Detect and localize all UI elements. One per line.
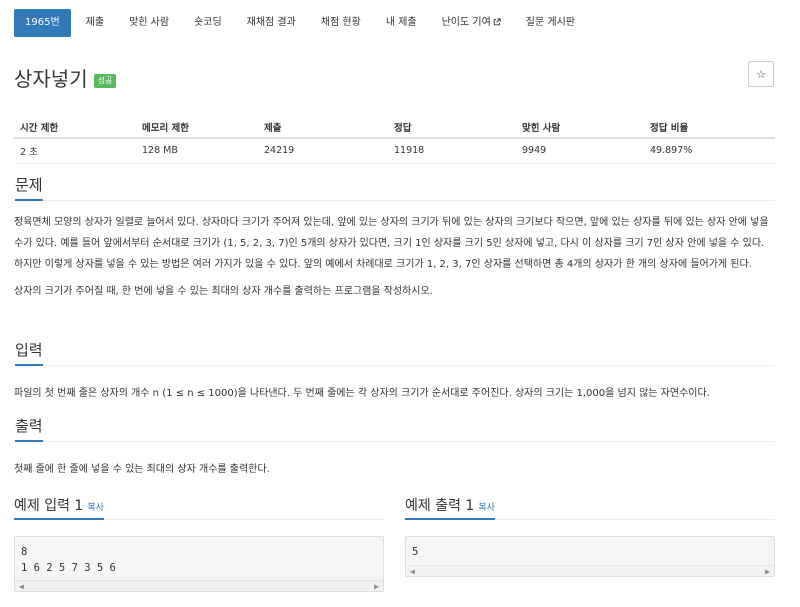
problem-description-section: 문제 정육면체 모양의 상자가 일렬로 늘어서 있다. 상자마다 크기가 주어져… [14, 172, 775, 302]
copy-output-button[interactable]: 복사 [478, 503, 495, 513]
tab-my-submissions[interactable]: 내 제출 [376, 9, 427, 37]
header-memory-limit: 메모리 제한 [136, 117, 258, 139]
scroll-right-icon[interactable]: ▶ [765, 567, 770, 576]
sample-input-title-text: 예제 입력 1 [14, 498, 84, 514]
sample-input-code-box[interactable]: 8 1 6 2 5 7 3 5 6 ◀ ▶ [14, 536, 384, 592]
solved-users-value: 9949 [516, 138, 644, 164]
submissions-value: 24219 [258, 138, 388, 164]
problem-title-row: 상자넣기 성공 [14, 62, 117, 92]
scroll-left-icon[interactable]: ◀ [410, 567, 415, 576]
section-title-description: 문제 [15, 176, 43, 201]
section-header: 입력 [14, 337, 775, 366]
table-header-row: 시간 제한 메모리 제한 제출 정답 맞힌 사람 정답 비율 [14, 117, 775, 139]
description-paragraph: 상자의 크기가 주어질 때, 한 번에 넣을 수 있는 최대의 상자 개수를 출… [14, 286, 433, 297]
problem-nav-tabs: 1965번 제출 맞힌 사람 숏코딩 재채점 결과 채점 현황 내 제출 난이도… [14, 9, 786, 37]
horizontal-scrollbar[interactable]: ◀ ▶ [406, 565, 774, 576]
input-section: 입력 파일의 첫 번째 줄은 상자의 개수 n (1 ≤ n ≤ 1000)을 … [14, 337, 775, 404]
header-accept-ratio: 정답 비율 [644, 117, 775, 139]
tab-submit[interactable]: 제출 [76, 9, 114, 37]
sample-output-title-text: 예제 출력 1 [405, 498, 475, 514]
section-header: 출력 [14, 413, 775, 442]
sample-output-code-box[interactable]: 5 ◀ ▶ [405, 536, 775, 577]
tab-question-board[interactable]: 질문 게시판 [516, 9, 585, 37]
input-description: 파일의 첫 번째 줄은 상자의 개수 n (1 ≤ n ≤ 1000)을 나타낸… [14, 388, 710, 399]
header-time-limit: 시간 제한 [14, 117, 136, 139]
tab-difficulty-label: 난이도 기여 [441, 17, 491, 28]
header-submissions: 제출 [258, 117, 388, 139]
scroll-right-icon[interactable]: ▶ [374, 582, 379, 591]
sample-input-title: 예제 입력 1 복사 [14, 495, 104, 520]
copy-input-button[interactable]: 복사 [87, 503, 104, 513]
page-title: 상자넣기 [14, 66, 88, 91]
favorite-star-button[interactable]: ☆ [748, 61, 774, 87]
sample-input-panel: 예제 입력 1 복사 8 1 6 2 5 7 3 5 6 ◀ ▶ [14, 494, 384, 592]
description-paragraph: 정육면체 모양의 상자가 일렬로 늘어서 있다. 상자마다 크기가 주어져 있는… [14, 217, 769, 270]
sample-header: 예제 입력 1 복사 [14, 494, 384, 520]
sample-input-code: 8 1 6 2 5 7 3 5 6 [21, 546, 116, 574]
time-limit-value: 2 초 [14, 138, 136, 164]
header-accepted: 정답 [388, 117, 516, 139]
section-header: 문제 [14, 172, 775, 201]
tab-difficulty-contribution[interactable]: 난이도 기여 [432, 9, 511, 37]
table-row: 2 초 128 MB 24219 11918 9949 49.897% [14, 138, 775, 164]
section-title-input: 입력 [15, 341, 43, 366]
sample-output-title: 예제 출력 1 복사 [405, 495, 495, 520]
accept-ratio-value: 49.897% [644, 138, 775, 164]
tab-short-coding[interactable]: 숏코딩 [184, 9, 232, 37]
scroll-left-icon[interactable]: ◀ [19, 582, 24, 591]
horizontal-scrollbar[interactable]: ◀ ▶ [15, 580, 383, 591]
tab-rejudge-results[interactable]: 재채점 결과 [237, 9, 306, 37]
header-solved-users: 맞힌 사람 [516, 117, 644, 139]
sample-output-code: 5 [412, 546, 419, 558]
problem-info-table: 시간 제한 메모리 제한 제출 정답 맞힌 사람 정답 비율 2 초 128 M… [14, 117, 775, 164]
sample-output-panel: 예제 출력 1 복사 5 ◀ ▶ [405, 494, 775, 577]
status-badge: 성공 [93, 74, 117, 88]
tab-judge-status[interactable]: 채점 현황 [311, 9, 371, 37]
output-section: 출력 첫째 줄에 한 줄에 넣을 수 있는 최대의 상자 개수를 출력한다. [14, 413, 775, 480]
star-icon: ☆ [756, 67, 766, 81]
accepted-value: 11918 [388, 138, 516, 164]
memory-limit-value: 128 MB [136, 138, 258, 164]
external-link-icon [493, 18, 501, 26]
section-title-output: 출력 [15, 417, 43, 442]
tab-problem-number[interactable]: 1965번 [14, 9, 71, 37]
output-description: 첫째 줄에 한 줄에 넣을 수 있는 최대의 상자 개수를 출력한다. [14, 464, 270, 475]
tab-solved-users[interactable]: 맞힌 사람 [119, 9, 179, 37]
sample-header: 예제 출력 1 복사 [405, 494, 775, 520]
